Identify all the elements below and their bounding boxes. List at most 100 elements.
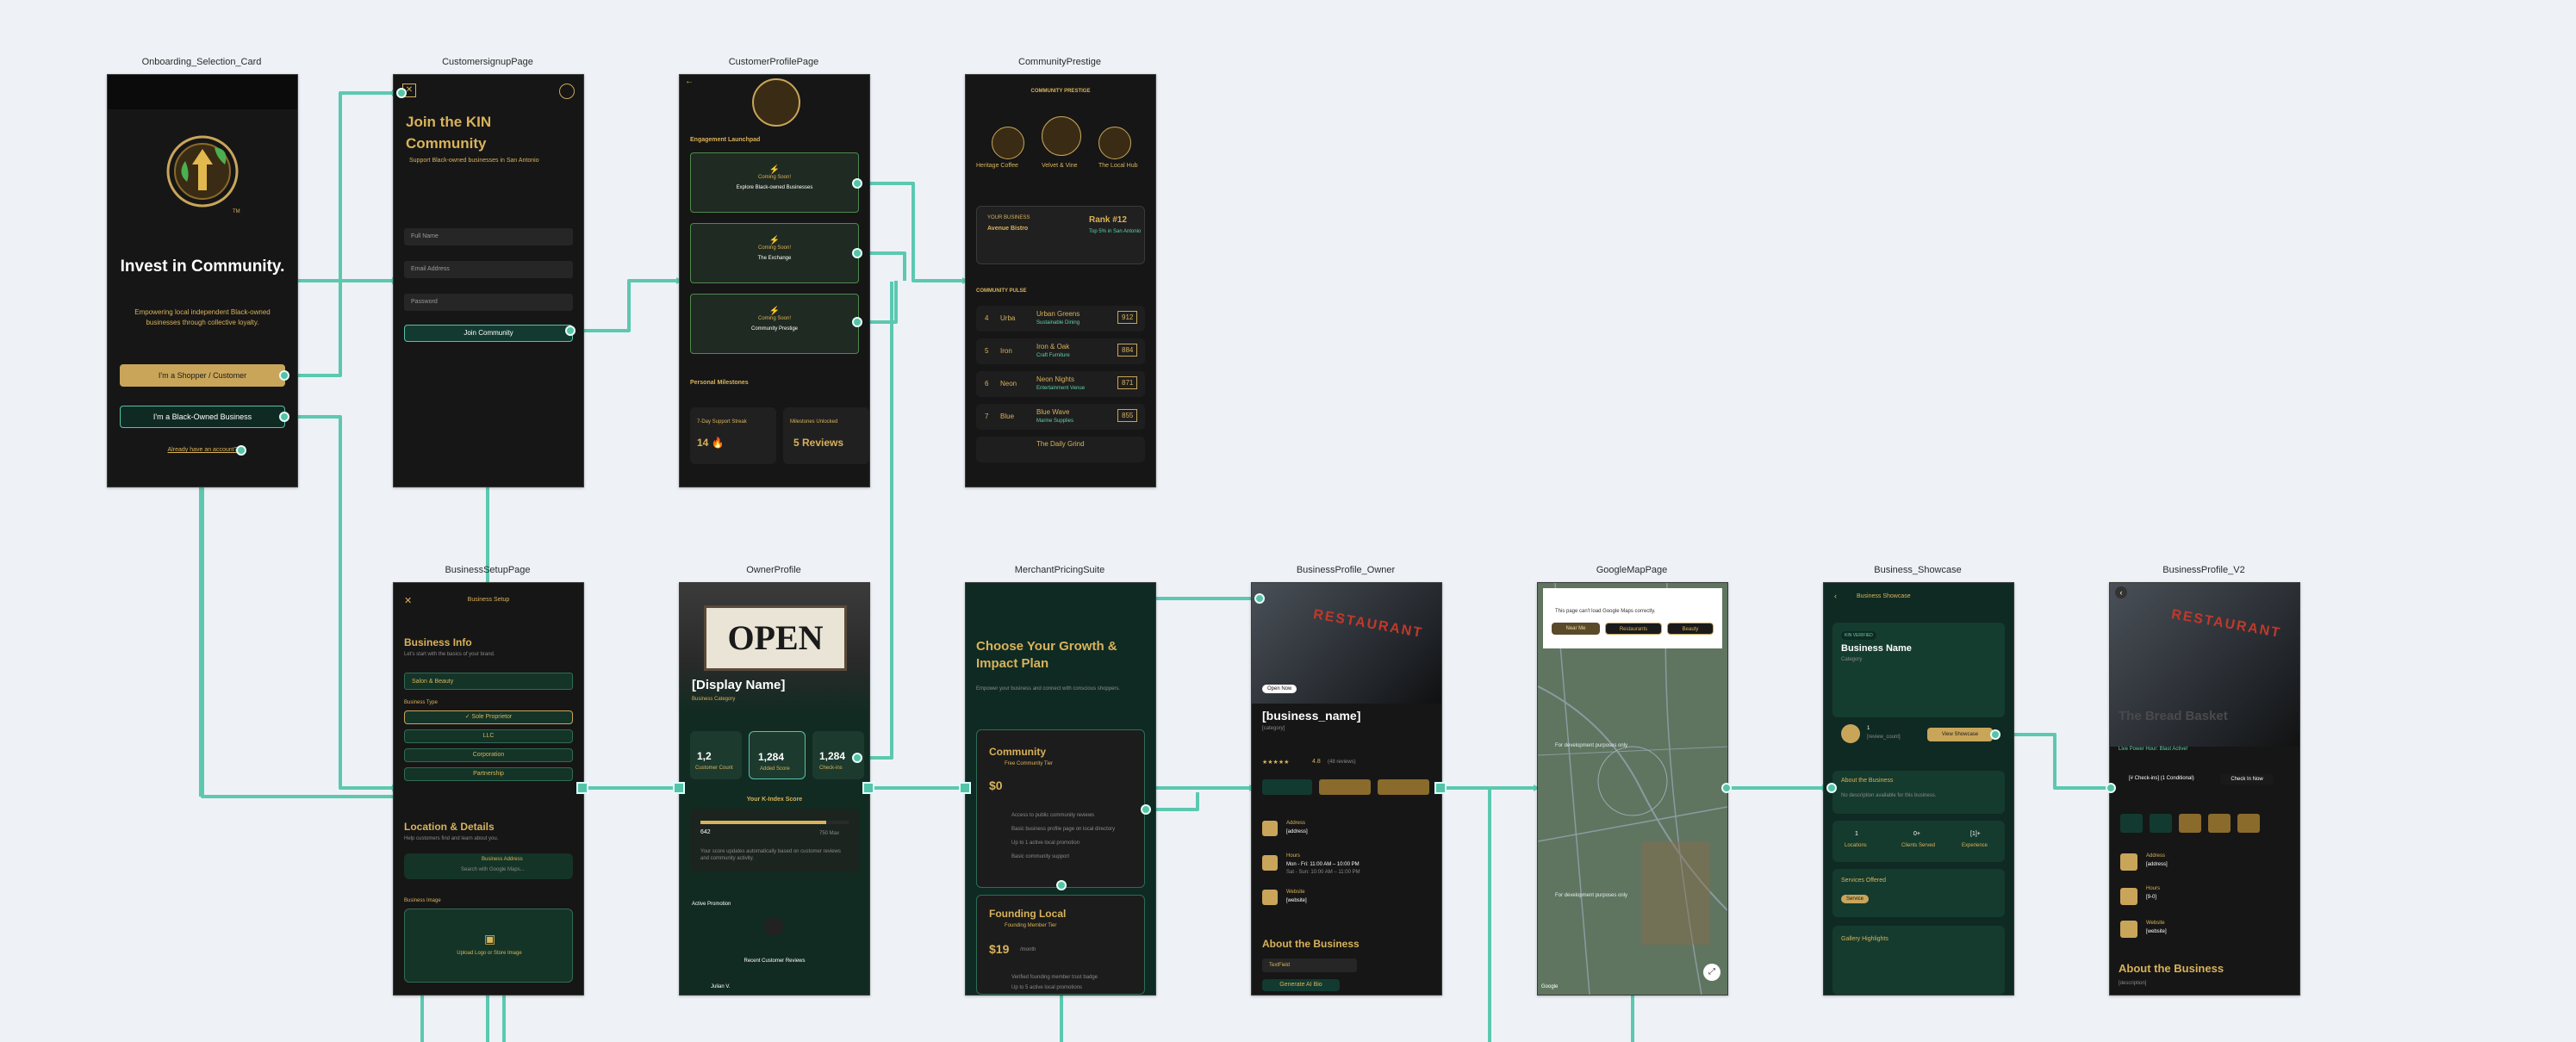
explore-card[interactable]: ⚡ Coming Soon! Explore Black-owned Busin… — [690, 152, 859, 213]
label-setup: BusinessSetupPage — [445, 565, 531, 575]
pulse-row[interactable]: 7 Blue Blue Wave Marine Supplies 855 — [976, 404, 1145, 430]
pulse-row[interactable]: The Daily Grind — [976, 437, 1145, 462]
milestone-label: Milestones Unlocked — [790, 419, 838, 425]
type-sole-proprietor[interactable]: ✓ Sole Proprietor — [404, 710, 573, 724]
exchange-card[interactable]: ⚡ Coming Soon! The Exchange — [690, 223, 859, 283]
logo-trademark: TM — [233, 209, 240, 214]
email-field[interactable]: Email Address — [404, 261, 573, 278]
kin-logo-icon — [559, 84, 575, 99]
about-title: About the Business — [2119, 962, 2224, 975]
website-label: Website — [1286, 890, 1305, 895]
podium-avatar — [1042, 116, 1081, 156]
password-field[interactable]: Password — [404, 294, 573, 311]
upload-text: Upload Logo or Store Image — [457, 951, 522, 956]
onboarding-subtitle: Empowering local independent Black-owned… — [134, 308, 271, 326]
open-sign-icon: OPEN — [704, 605, 847, 671]
pulse-title: COMMUNITY PULSE — [976, 288, 1027, 294]
check-in-button[interactable]: Check In Now — [2220, 774, 2274, 785]
connector-node — [1721, 783, 1732, 793]
connector-node — [1434, 782, 1447, 794]
connector-node — [236, 445, 246, 456]
label-showcase: Business_Showcase — [1874, 565, 1962, 575]
add-friend-icon[interactable] — [2208, 814, 2231, 833]
owner-category: Business Category — [692, 697, 736, 702]
category-select[interactable]: Salon & Beauty — [404, 673, 573, 690]
more-icon[interactable] — [2237, 814, 2260, 833]
call-button[interactable] — [1262, 779, 1312, 795]
full-name-field[interactable]: Full Name — [404, 228, 573, 245]
filter-near-me[interactable]: Near Me — [1552, 623, 1600, 635]
about-title: About the Business — [1262, 938, 1360, 950]
kindex-fill — [700, 821, 827, 824]
phone-icon[interactable] — [2120, 814, 2143, 833]
type-partnership[interactable]: Partnership — [404, 767, 573, 781]
type-corporation[interactable]: Corporation — [404, 748, 573, 762]
plan-community-card[interactable]: Community Free Community Tier $0 Access … — [976, 729, 1145, 888]
screen-setup: ✕ Business Setup Business Info Let's sta… — [393, 582, 584, 995]
fullscreen-icon[interactable]: ⤢ — [1703, 964, 1720, 981]
label-pricing: MerchantPricingSuite — [1014, 565, 1105, 575]
stats-card: 1 Locations 0+ Clients Served [1]+ Exper… — [1832, 821, 2005, 862]
map-watermark: For development purposes only — [1555, 893, 1628, 898]
generate-ai-bio-button[interactable]: Generate AI Bio — [1262, 979, 1340, 991]
prestige-card[interactable]: ⚡ Coming Soon! Community Prestige — [690, 294, 859, 354]
service-chip[interactable]: Service — [1841, 895, 1870, 903]
location-pin-icon — [2120, 853, 2137, 871]
milestones-title: Personal Milestones — [690, 380, 749, 386]
address-label: Address — [1286, 821, 1306, 826]
podium-name: The Local Hub — [1098, 163, 1138, 169]
plan-founding-card[interactable]: Founding Local Founding Member Tier $19 … — [976, 895, 1145, 995]
pulse-row[interactable]: 6 Neon Neon Nights Entertainment Venue 8… — [976, 371, 1145, 397]
back-arrow-icon[interactable]: ‹ — [1834, 592, 1837, 600]
pulse-row[interactable]: 5 Iron Iron & Oak Craft Furniture 884 — [976, 338, 1145, 364]
address-label: Business Address — [482, 857, 523, 862]
coming-soon-icon: ⚡ — [768, 307, 781, 316]
kindex-note: Your score updates automatically based o… — [700, 849, 841, 861]
pricing-sub: Empower your business and connect with c… — [976, 686, 1121, 692]
your-business-label: YOUR BUSINESS — [987, 215, 1030, 220]
message-icon[interactable] — [2150, 814, 2172, 833]
share-button[interactable] — [1378, 779, 1429, 795]
label-signup: CustomersignupPage — [442, 57, 533, 67]
address-field[interactable]: Business Address Search with Google Maps… — [404, 853, 573, 879]
hours-line-1: Mon - Fri: 11:00 AM – 10:00 PM — [1286, 862, 1360, 867]
stat-card: 1,2 Customer Count — [690, 731, 742, 779]
filter-restaurants[interactable]: Restaurants — [1605, 623, 1662, 635]
business-button[interactable]: I'm a Black-Owned Business — [120, 406, 285, 428]
map-watermark: For development purposes only — [1555, 743, 1628, 748]
engagement-title: Engagement Launchpad — [690, 137, 761, 143]
back-arrow-icon[interactable]: ← — [685, 77, 694, 86]
type-llc[interactable]: LLC — [404, 729, 573, 743]
podium-name: Heritage Coffee — [976, 163, 1018, 169]
review-label: [review_count] — [1867, 735, 1901, 740]
label-owner: OwnerProfile — [746, 565, 801, 575]
website-value: [website] — [1286, 898, 1307, 903]
about-textfield[interactable]: TextField — [1262, 958, 1357, 972]
about-card: About the Business No description availa… — [1832, 771, 2005, 814]
login-link[interactable]: Already have an account? — [159, 447, 246, 453]
join-community-button[interactable]: Join Community — [404, 325, 573, 342]
screen-prestige: COMMUNITY PRESTIGE Heritage Coffee Velve… — [965, 74, 1156, 487]
address-label: Address — [2146, 853, 2166, 859]
shopper-button[interactable]: I'm a Shopper / Customer — [120, 364, 285, 387]
business-name: [business_name] — [1262, 709, 1361, 723]
view-showcase-button[interactable]: View Showcase — [1927, 728, 1993, 741]
stat-card: 1,284 Added Score — [749, 731, 806, 779]
checkin-count: [# Check-ins] (1 Conditional) — [2129, 776, 2194, 781]
clock-icon — [1262, 855, 1278, 871]
rating-value: 4.8 — [1312, 759, 1321, 765]
rank-sub: Top 5% in San Antonio — [1089, 229, 1142, 234]
connector-node — [2106, 783, 2116, 793]
screen-biz-owner: RESTAURANT Open Now [business_name] [cat… — [1251, 582, 1442, 995]
setup-header: Business Setup — [467, 597, 510, 603]
directions-button[interactable] — [1319, 779, 1371, 795]
upload-area[interactable]: ▣ Upload Logo or Store Image — [404, 909, 573, 983]
website-label: Website — [2146, 921, 2165, 926]
milestone-card: Milestones Unlocked 5 Reviews — [783, 407, 869, 464]
back-arrow-icon[interactable]: ‹ — [2115, 586, 2127, 599]
website-value: [website] — [2146, 929, 2167, 934]
filter-beauty[interactable]: Beauty — [1667, 623, 1714, 635]
hours-label: Hours — [1286, 853, 1301, 859]
pulse-row[interactable]: 4 Urba Urban Greens Sustainable Dining 9… — [976, 306, 1145, 332]
directions-icon[interactable] — [2179, 814, 2201, 833]
